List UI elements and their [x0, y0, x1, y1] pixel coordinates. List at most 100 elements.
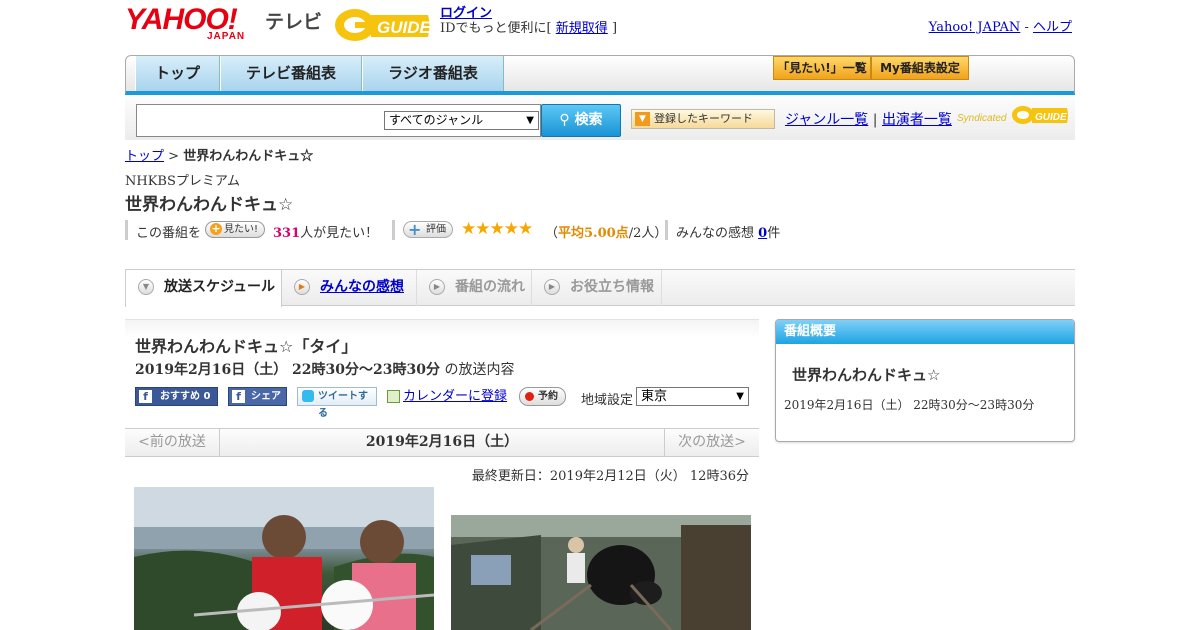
- nav-tab-top[interactable]: トップ: [135, 56, 220, 91]
- next-broadcast-link[interactable]: 次の放送>: [664, 429, 759, 456]
- divider: [392, 220, 395, 240]
- episode-title: 世界わんわんドキュ☆「タイ」: [135, 337, 358, 356]
- help-link[interactable]: ヘルプ: [1033, 20, 1072, 35]
- facebook-icon: f: [139, 390, 152, 403]
- program-summary-date: 2019年2月16日（土） 22時30分～23時30分: [784, 398, 1035, 412]
- want-count: 331: [273, 226, 301, 241]
- record-dot-icon: [525, 392, 534, 401]
- dropdown-arrow-icon: ▼: [526, 115, 534, 126]
- program-summary-heading: 番組概要: [776, 320, 1074, 344]
- genre-select[interactable]: すべてのジャンル ▼: [384, 111, 539, 130]
- tab-impressions-label: みんなの感想: [320, 279, 404, 295]
- breadcrumb-separator: >: [168, 149, 180, 164]
- tv-label[interactable]: テレビ: [265, 7, 322, 34]
- breadcrumb-top-link[interactable]: トップ: [125, 149, 164, 164]
- add-calendar-link[interactable]: カレンダーに登録: [387, 388, 507, 407]
- tab-impressions[interactable]: ▶ みんなの感想: [282, 270, 417, 306]
- facebook-recommend-label: おすすめ: [160, 391, 200, 402]
- syndicated-g-guide-logo: Syndicated GUIDE: [957, 102, 1069, 128]
- genre-select-value: すべてのジャンル: [389, 113, 484, 127]
- search-icon: ⚲: [559, 112, 570, 128]
- facebook-recommend-button[interactable]: f おすすめ 0: [135, 387, 218, 406]
- tab-flow[interactable]: ▶ 番組の流れ: [417, 270, 532, 306]
- rating-average: （平均5.00点/2人）: [545, 222, 667, 241]
- tweet-button[interactable]: ツイートする: [297, 387, 377, 419]
- chevron-down-icon: ▼: [138, 279, 154, 295]
- svg-text:GUIDE: GUIDE: [1035, 112, 1067, 123]
- tab-schedule[interactable]: ▼ 放送スケジュール: [125, 269, 282, 307]
- program-summary-title: 世界わんわんドキュ☆: [792, 366, 941, 384]
- episode-date-suffix: の放送内容: [444, 362, 515, 378]
- reserve-label: 予約: [538, 391, 558, 402]
- impressions-count-link[interactable]: 0: [758, 226, 767, 241]
- login-note-suffix: ]: [611, 21, 618, 36]
- want-button[interactable]: + 見たい!: [205, 221, 266, 238]
- program-summary-box: 番組概要 世界わんわんドキュ☆ 2019年2月16日（土） 22時30分～23時…: [775, 319, 1075, 442]
- want-suffix: 人が見たい！: [300, 226, 379, 241]
- genre-list-link[interactable]: ジャンル一覧: [785, 112, 868, 128]
- tab-schedule-label: 放送スケジュール: [164, 279, 276, 295]
- prev-broadcast-link[interactable]: <前の放送: [125, 429, 220, 456]
- add-calendar-label: カレンダーに登録: [403, 389, 508, 404]
- search-button[interactable]: ⚲ 検索: [541, 104, 621, 137]
- impressions-unit: 件: [767, 226, 781, 241]
- want-button-label: 見たい!: [224, 224, 259, 235]
- registered-keyword-label: 登録したキーワード: [654, 112, 753, 125]
- g-guide-logo: GUIDE: [333, 5, 433, 43]
- login-area: ログイン IDでもっと便利に[ 新規取得 ]: [440, 6, 617, 36]
- episode-photo-dog-on-rails: [451, 515, 751, 630]
- tab-info[interactable]: ▶ お役立ち情報: [532, 270, 662, 306]
- region-select[interactable]: 東京 ▼: [636, 387, 749, 406]
- divider: [125, 220, 128, 240]
- chevron-right-icon: ▶: [294, 279, 310, 295]
- rating-stars: ★★★★★: [461, 219, 533, 239]
- mitai-list-button[interactable]: 「見たい!」一覧: [773, 56, 871, 80]
- rating-avg-open: （: [545, 226, 559, 241]
- nav-tab-tv-schedule[interactable]: テレビ番組表: [220, 56, 362, 91]
- header-links: Yahoo! JAPAN - ヘルプ: [929, 16, 1072, 35]
- rating-avg-value: 平均5.00点: [558, 226, 629, 241]
- main-nav: トップ テレビ番組表 ラジオ番組表 「見たい!」一覧 My番組表設定: [125, 55, 1075, 95]
- registered-keyword-button[interactable]: ▼ 登録したキーワード: [631, 109, 775, 129]
- plus-icon: +: [210, 222, 222, 235]
- triangle-down-icon: ▼: [635, 112, 650, 126]
- search-link-separator: |: [872, 112, 878, 128]
- yahoo-japan-logo[interactable]: YAHOO! JAPAN: [125, 5, 244, 43]
- breadcrumb: トップ > 世界わんわんドキュ☆: [125, 145, 313, 164]
- login-link[interactable]: ログイン: [440, 6, 492, 21]
- impressions-label: みんなの感想: [676, 226, 755, 241]
- program-title: 世界わんわんドキュ☆: [125, 195, 294, 215]
- facebook-share-label: シェア: [251, 391, 281, 402]
- chevron-right-icon: ▶: [544, 279, 560, 295]
- yahoo-japan-link[interactable]: Yahoo! JAPAN: [929, 20, 1021, 35]
- episode-date-line: 2019年2月16日（土） 22時30分～23時30分 の放送内容: [135, 359, 514, 379]
- twitter-icon: [302, 390, 314, 402]
- want-count-line: 331人が見たい！: [273, 222, 378, 241]
- current-broadcast-date: 2019年2月16日（土）: [365, 434, 519, 450]
- episode-photo-couple-with-dogs: [134, 487, 434, 630]
- broadcast-pager: <前の放送 2019年2月16日（土） 次の放送>: [125, 428, 759, 457]
- impressions: みんなの感想 0件: [676, 222, 780, 241]
- facebook-icon: f: [232, 390, 245, 403]
- my-schedule-button[interactable]: My番組表設定: [871, 56, 969, 80]
- tab-flow-label: 番組の流れ: [455, 279, 525, 295]
- program-tabs: ▼ 放送スケジュール ▶ みんなの感想 ▶ 番組の流れ ▶ お役立ち情報: [125, 269, 1075, 307]
- plus-icon: +: [408, 220, 422, 239]
- dropdown-arrow-icon: ▼: [736, 391, 744, 402]
- region-select-value: 東京: [641, 389, 668, 404]
- episode-date-time: 2019年2月16日（土） 22時30分～23時30分: [135, 362, 440, 378]
- breadcrumb-current: 世界わんわんドキュ☆: [183, 149, 314, 164]
- search-button-label: 検索: [574, 112, 603, 128]
- program-meta-row: この番組を + 見たい! 331人が見たい！ + 評価 ★★★★★ （平均5.0…: [125, 219, 825, 242]
- divider: [665, 220, 668, 240]
- reserve-button[interactable]: 予約: [519, 387, 566, 406]
- nav-tab-radio-schedule[interactable]: ラジオ番組表: [362, 56, 504, 91]
- yahoo-logo-sub: JAPAN: [207, 31, 246, 42]
- facebook-recommend-count: 0: [203, 391, 211, 402]
- cast-list-link[interactable]: 出演者一覧: [882, 112, 952, 128]
- rate-button[interactable]: + 評価: [403, 221, 453, 238]
- register-link[interactable]: 新規取得: [556, 21, 608, 36]
- facebook-share-button[interactable]: f シェア: [228, 387, 287, 406]
- channel-name: NHKBSプレミアム: [125, 174, 240, 189]
- svg-text:GUIDE: GUIDE: [377, 18, 432, 37]
